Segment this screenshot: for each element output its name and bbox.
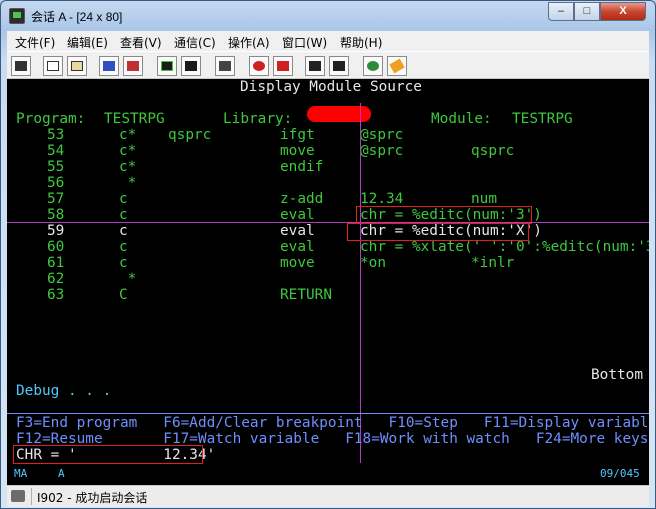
play-step-icon[interactable] <box>329 56 349 76</box>
menu-actions[interactable]: 操作(A) <box>228 34 270 51</box>
oia-input-mode: A <box>58 467 65 480</box>
send-icon[interactable] <box>99 56 119 76</box>
line-number: 55 <box>47 159 65 175</box>
factor1: qsprc <box>168 127 212 143</box>
macro-icon[interactable] <box>215 56 235 76</box>
result-field: num <box>471 191 497 207</box>
line-number: 62 <box>47 271 65 287</box>
debug-prompt: Debug . . . <box>16 383 112 399</box>
spec-type: * <box>119 271 137 287</box>
paste-icon[interactable] <box>67 56 87 76</box>
help-icon[interactable] <box>387 56 407 76</box>
highlight-box-line59 <box>347 223 529 241</box>
library-redaction <box>307 106 371 122</box>
spec-type: c <box>119 207 128 223</box>
program-label: Program: <box>16 111 86 127</box>
module-label: Module: <box>431 111 492 127</box>
terminal-app-icon <box>9 8 25 24</box>
crosshair-vertical <box>360 103 361 463</box>
opcode: eval <box>280 207 315 223</box>
factor2: chr = %xlate(' ':'0':%editc(num:'3' <box>360 239 649 255</box>
menu-bar: 文件(F) 编辑(E) 查看(V) 通信(C) 操作(A) 窗口(W) 帮助(H… <box>7 31 649 51</box>
spec-type: c* <box>119 127 137 143</box>
result-field: qsprc <box>471 143 515 159</box>
menu-window[interactable]: 窗口(W) <box>282 34 327 51</box>
title-bar: 会话 A - [24 x 80] – □ X <box>1 1 655 31</box>
crosshair-horizontal <box>7 222 649 223</box>
opcode: move <box>280 255 315 271</box>
line-number: 54 <box>47 143 65 159</box>
menu-help[interactable]: 帮助(H) <box>340 34 382 51</box>
command-separator <box>7 413 649 414</box>
opcode: z-add <box>280 191 324 207</box>
program-value: TESTRPG <box>104 111 165 127</box>
play-icon[interactable] <box>305 56 325 76</box>
minimize-button[interactable]: – <box>548 2 574 21</box>
menu-file[interactable]: 文件(F) <box>15 34 55 51</box>
spec-type: c <box>119 223 128 239</box>
line-number: 63 <box>47 287 65 303</box>
toolbar <box>7 51 649 79</box>
line-number: 59 <box>47 223 65 239</box>
menu-view[interactable]: 查看(V) <box>120 34 162 51</box>
spec-type: c <box>119 239 128 255</box>
opcode: ifgt <box>280 127 315 143</box>
copy-icon[interactable] <box>43 56 63 76</box>
bottom-indicator: Bottom <box>591 367 643 383</box>
opcode: eval <box>280 223 315 239</box>
display-icon[interactable] <box>157 56 177 76</box>
line-number: 58 <box>47 207 65 223</box>
terminal-screen[interactable]: Display Module Source Program: TESTRPG L… <box>7 79 649 485</box>
module-value: TESTRPG <box>512 111 573 127</box>
library-label: Library: <box>223 111 293 127</box>
oia-cursor-position: 09/045 <box>600 467 640 480</box>
factor2: 12.34 <box>360 191 404 207</box>
line-number: 57 <box>47 191 65 207</box>
spec-type: * <box>119 175 137 191</box>
function-keys-row1[interactable]: F3=End program F6=Add/Clear breakpoint F… <box>16 415 649 431</box>
factor2: *on <box>360 255 386 271</box>
highlight-box-message <box>13 445 203 464</box>
maximize-button[interactable]: □ <box>574 2 600 21</box>
spec-type: C <box>119 287 128 303</box>
spec-type: c* <box>119 159 137 175</box>
status-divider <box>31 488 32 505</box>
record-icon[interactable] <box>249 56 269 76</box>
screen-header: Display Module Source <box>240 79 422 95</box>
spec-type: c <box>119 191 128 207</box>
close-button[interactable]: X <box>600 2 646 21</box>
result-field: *inlr <box>471 255 515 271</box>
line-number: 60 <box>47 239 65 255</box>
menu-communication[interactable]: 通信(C) <box>174 34 216 51</box>
stop-icon[interactable] <box>273 56 293 76</box>
globe-icon[interactable] <box>363 56 383 76</box>
keypad-icon[interactable] <box>181 56 201 76</box>
opcode: RETURN <box>280 287 332 303</box>
connection-status-icon <box>11 490 25 502</box>
opcode: endif <box>280 159 324 175</box>
factor2: @sprc <box>360 127 404 143</box>
line-number: 53 <box>47 127 65 143</box>
spec-type: c* <box>119 143 137 159</box>
print-screen-icon[interactable] <box>11 56 31 76</box>
oia-status-left: MA <box>14 467 28 480</box>
line-number: 61 <box>47 255 65 271</box>
opcode: eval <box>280 239 315 255</box>
window-title: 会话 A - [24 x 80] <box>31 10 123 24</box>
status-bar: I902 - 成功启动会话 <box>7 485 649 507</box>
opcode: move <box>280 143 315 159</box>
menu-edit[interactable]: 编辑(E) <box>67 34 108 51</box>
factor2: @sprc <box>360 143 404 159</box>
receive-icon[interactable] <box>123 56 143 76</box>
spec-type: c <box>119 255 128 271</box>
status-message: I902 - 成功启动会话 <box>37 491 148 505</box>
emulator-window: 会话 A - [24 x 80] – □ X 文件(F) 编辑(E) 查看(V)… <box>0 0 656 509</box>
line-number: 56 <box>47 175 65 191</box>
highlight-box-line58 <box>356 206 532 224</box>
